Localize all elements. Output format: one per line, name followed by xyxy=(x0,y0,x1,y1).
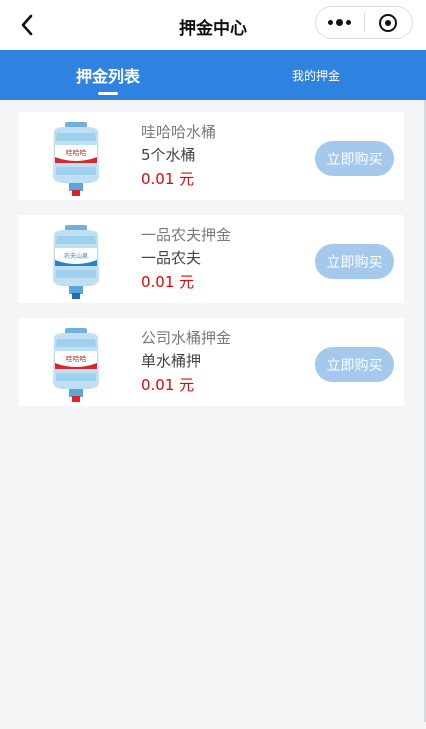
active-tab-indicator xyxy=(98,92,118,95)
svg-text:哇哈哈: 哇哈哈 xyxy=(66,148,87,157)
buy-now-button[interactable]: 立即购买 xyxy=(315,244,394,279)
item-info: 哇哈哈水桶 5个水桶 0.01 元 xyxy=(141,122,311,189)
water-bucket-image: 哇哈哈 xyxy=(53,328,99,402)
item-price: 0.01 元 xyxy=(141,273,195,291)
list-item: 农夫山泉 一品农夫押金 一品农夫 0.01 元 立即购买 xyxy=(18,215,404,303)
buy-now-button[interactable]: 立即购买 xyxy=(315,347,394,382)
mini-program-capsule xyxy=(315,6,413,39)
item-info: 公司水桶押金 单水桶押 0.01 元 xyxy=(141,328,311,395)
item-title: 公司水桶押金 xyxy=(141,329,232,347)
item-subtitle: 一品农夫 xyxy=(141,249,202,267)
tab-my-deposit[interactable]: 我的押金 xyxy=(268,50,364,100)
item-subtitle: 5个水桶 xyxy=(141,146,196,164)
item-subtitle: 单水桶押 xyxy=(141,352,202,370)
list-item: 哇哈哈 哇哈哈水桶 5个水桶 0.01 元 立即购买 xyxy=(18,112,404,200)
target-icon xyxy=(379,13,398,32)
more-dots-icon xyxy=(328,19,352,26)
item-info: 一品农夫押金 一品农夫 0.01 元 xyxy=(141,225,311,292)
list-item: 哇哈哈 公司水桶押金 单水桶押 0.01 元 立即购买 xyxy=(18,318,404,406)
item-title: 哇哈哈水桶 xyxy=(141,123,217,141)
water-bucket-image: 哇哈哈 xyxy=(53,122,99,196)
water-bucket-image: 农夫山泉 xyxy=(53,225,99,299)
item-title: 一品农夫押金 xyxy=(141,226,232,244)
more-button[interactable] xyxy=(316,7,364,38)
tab-bar: 押金列表 我的押金 xyxy=(0,50,426,100)
item-price: 0.01 元 xyxy=(141,376,195,394)
svg-text:哇哈哈: 哇哈哈 xyxy=(66,354,87,363)
close-button[interactable] xyxy=(364,7,412,38)
deposit-list: 哇哈哈 哇哈哈水桶 5个水桶 0.01 元 立即购买 农夫山泉 一品农夫押金 一… xyxy=(18,112,404,421)
svg-text:农夫山泉: 农夫山泉 xyxy=(64,252,88,260)
navbar: 押金中心 xyxy=(0,0,426,50)
item-price: 0.01 元 xyxy=(141,170,195,188)
buy-now-button[interactable]: 立即购买 xyxy=(315,141,394,176)
